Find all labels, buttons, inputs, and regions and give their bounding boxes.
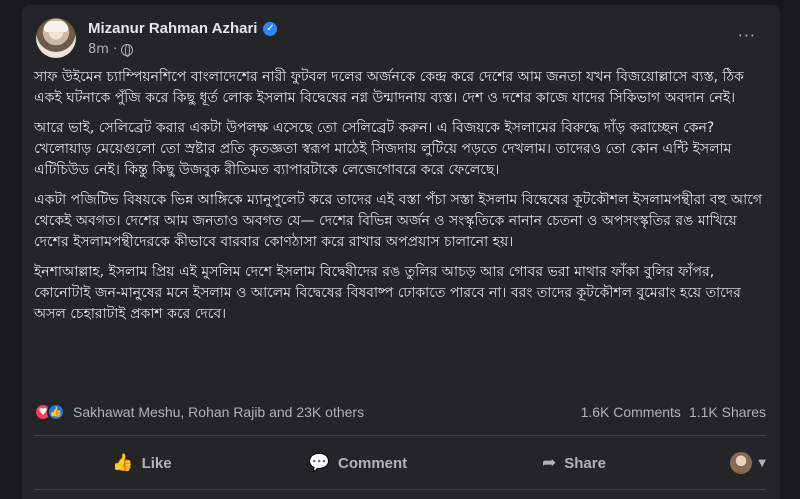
author-avatar[interactable] bbox=[36, 18, 76, 58]
share-as-selector[interactable]: ▼ bbox=[682, 452, 766, 474]
chevron-down-icon: ▼ bbox=[758, 457, 766, 469]
post-body: সাফ উইমেন চ্যাম্পিয়নশিপে বাংলাদেশের নার… bbox=[34, 67, 766, 334]
like-label: Like bbox=[141, 454, 172, 472]
globe-icon bbox=[121, 43, 134, 57]
post-paragraph: ইনশাআল্লাহ, ইসলাম প্রিয় এই মুসলিম দেশে … bbox=[34, 264, 741, 322]
reactions-bar: ♥ 👍 Sakhawat Meshu, Rohan Rajib and 23K … bbox=[34, 401, 766, 423]
user-avatar bbox=[730, 452, 753, 474]
verified-badge-icon: ✓ bbox=[263, 21, 278, 36]
post-paragraph: একটা পজিটিভ বিষয়কে ভিন্ন আঙ্গিকে ম্যানু… bbox=[34, 192, 763, 250]
author-row: Mizanur Rahman Azhari ✓ bbox=[88, 20, 278, 37]
divider bbox=[34, 435, 766, 436]
comment-button[interactable]: 💬 Comment bbox=[250, 453, 466, 473]
post-meta: 8m · bbox=[88, 42, 134, 57]
post-paragraph: আরে ভাই, সেলিব্রেট করার একটা উপলক্ষ এসেছ… bbox=[34, 120, 732, 178]
like-button[interactable]: 👍 Like bbox=[34, 453, 250, 473]
action-bar: 👍 Like 💬 Comment ➦ Share ▼ bbox=[34, 441, 766, 485]
thumbs-up-icon: 👍 bbox=[112, 453, 134, 472]
comment-icon: 💬 bbox=[308, 453, 330, 472]
share-arrow-icon: ➦ bbox=[542, 453, 557, 472]
post-card: Mizanur Rahman Azhari ✓ 8m · ··· সাফ উইম… bbox=[22, 5, 780, 499]
like-reaction-icon: 👍 bbox=[47, 403, 65, 421]
share-button[interactable]: ➦ Share bbox=[466, 453, 682, 473]
reaction-names[interactable]: Sakhawat Meshu, Rohan Rajib and 23K othe… bbox=[73, 404, 364, 420]
share-label: Share bbox=[564, 454, 606, 472]
post-header: Mizanur Rahman Azhari ✓ 8m · ··· bbox=[36, 18, 766, 66]
more-options-icon[interactable]: ··· bbox=[738, 26, 756, 45]
post-timestamp[interactable]: 8m · bbox=[88, 42, 117, 57]
engagement-counts: 1.6K Comments 1.1K Shares bbox=[581, 404, 766, 420]
shares-count[interactable]: 1.1K Shares bbox=[689, 404, 766, 420]
author-name[interactable]: Mizanur Rahman Azhari bbox=[88, 20, 257, 37]
divider bbox=[34, 489, 766, 490]
comment-label: Comment bbox=[338, 454, 408, 472]
post-paragraph: সাফ উইমেন চ্যাম্পিয়নশিপে বাংলাদেশের নার… bbox=[34, 69, 744, 106]
comments-count[interactable]: 1.6K Comments bbox=[581, 404, 681, 420]
